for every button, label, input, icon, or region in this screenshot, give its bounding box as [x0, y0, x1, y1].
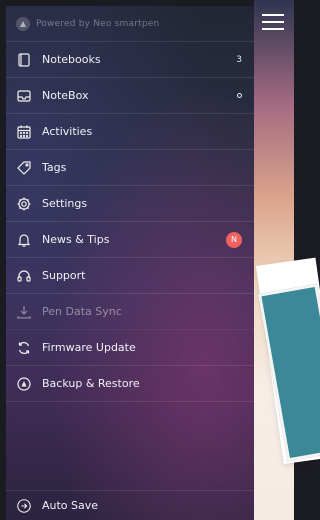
- tag-icon: [16, 160, 32, 176]
- menu-item-settings[interactable]: Settings: [6, 186, 254, 222]
- menu-item-notebooks[interactable]: Notebooks 3: [6, 42, 254, 78]
- download-icon: [16, 304, 32, 320]
- neo-logo-icon: [16, 16, 30, 31]
- headset-icon: [16, 268, 32, 284]
- menu-item-firmware-update[interactable]: Firmware Update: [6, 330, 254, 366]
- news-badge: N: [226, 231, 242, 248]
- bell-icon: [16, 232, 32, 248]
- notebox-indicator-dot: [237, 93, 242, 98]
- menu-label: Notebooks: [42, 53, 101, 66]
- background-app: [254, 0, 320, 520]
- menu-item-news-tips[interactable]: News & Tips N: [6, 222, 254, 258]
- auto-save-button[interactable]: Auto Save: [6, 490, 254, 520]
- drawer-menu: Notebooks 3 NoteBox Activities Tags Sett…: [6, 42, 254, 402]
- inbox-icon: [16, 88, 32, 104]
- menu-item-tags[interactable]: Tags: [6, 150, 254, 186]
- menu-label: Activities: [42, 125, 93, 138]
- menu-label: Tags: [42, 161, 67, 174]
- menu-item-pen-data-sync[interactable]: Pen Data Sync: [6, 294, 254, 330]
- brand-text: Powered by Neo smartpen: [36, 18, 160, 29]
- menu-label: NoteBox: [42, 89, 89, 102]
- brand-header: Powered by Neo smartpen: [6, 6, 254, 42]
- menu-label: Support: [42, 269, 86, 282]
- menu-item-activities[interactable]: Activities: [6, 114, 254, 150]
- menu-item-notebox[interactable]: NoteBox: [6, 78, 254, 114]
- menu-label: Settings: [42, 197, 88, 210]
- notebooks-count: 3: [236, 54, 242, 65]
- notebook-preview: [254, 257, 320, 478]
- menu-label: News & Tips: [42, 233, 110, 246]
- navigation-drawer: Powered by Neo smartpen Notebooks 3 Note…: [6, 6, 254, 520]
- menu-item-backup-restore[interactable]: Backup & Restore: [6, 366, 254, 402]
- auto-save-label: Auto Save: [42, 499, 99, 512]
- menu-label: Firmware Update: [42, 341, 136, 354]
- calendar-icon: [16, 124, 32, 140]
- menu-label: Pen Data Sync: [42, 305, 122, 318]
- drive-icon: [16, 376, 32, 392]
- gear-icon: [16, 196, 32, 212]
- notebook-icon: [16, 52, 32, 68]
- menu-item-support[interactable]: Support: [6, 258, 254, 294]
- menu-label: Backup & Restore: [42, 377, 140, 390]
- hamburger-menu-icon[interactable]: [262, 14, 284, 30]
- refresh-icon: [16, 340, 32, 356]
- save-arrow-icon: [16, 498, 32, 514]
- notebook-cover: [258, 283, 320, 462]
